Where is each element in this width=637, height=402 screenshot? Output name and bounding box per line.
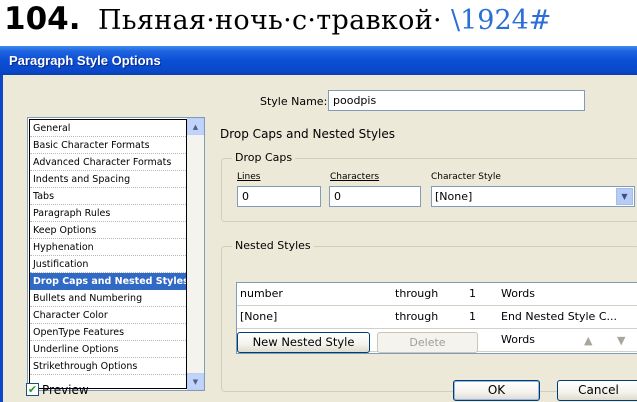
new-nested-style-button[interactable]: New Nested Style (237, 332, 370, 353)
character-style-value: [None] (435, 190, 473, 203)
nested-style-through: through (395, 287, 439, 300)
nested-style-unit: Words (501, 333, 536, 346)
category-list-scrollbar[interactable]: ▲ ▼ (187, 118, 204, 390)
cancel-button[interactable]: Cancel (557, 380, 637, 401)
nested-style-count: 1 (469, 310, 476, 323)
section-title: Drop Caps and Nested Styles (220, 127, 396, 141)
document-year-text: \1924# (451, 5, 552, 36)
category-item[interactable]: Drop Caps and Nested Styles (30, 273, 186, 290)
nested-style-unit: End Nested Style C... (501, 310, 617, 323)
nested-style-count: 1 (469, 287, 476, 300)
category-item[interactable]: Character Color (30, 307, 186, 324)
category-item[interactable]: Advanced Character Formats (30, 154, 186, 171)
category-item[interactable]: Hyphenation (30, 239, 186, 256)
ok-button[interactable]: OK (453, 380, 540, 401)
category-item[interactable]: Paragraph Rules (30, 205, 186, 222)
lines-field[interactable]: 0 (237, 186, 321, 207)
character-style-dropdown[interactable]: [None] ▼ (431, 186, 635, 207)
document-text-line: 104. Пьяная·ночь·с·травкой· \1924# (0, 0, 637, 44)
nested-style-name: number (240, 287, 283, 300)
paragraph-style-options-dialog: Paragraph Style Options General Basic Cha… (0, 46, 637, 402)
delete-button[interactable]: Delete (377, 332, 478, 353)
table-row[interactable]: [None] through 1 End Nested Style C... (237, 306, 637, 329)
document-number: 104. (4, 1, 81, 37)
nested-styles-group-label: Nested Styles (232, 239, 314, 252)
dialog-titlebar[interactable]: Paragraph Style Options (0, 46, 637, 75)
style-name-field[interactable]: poodpis (328, 90, 585, 111)
move-up-icon[interactable]: ▲ (584, 334, 592, 347)
category-item[interactable]: Underline Options (30, 341, 186, 358)
nested-style-name: [None] (240, 310, 278, 323)
category-item[interactable]: Tabs (30, 188, 186, 205)
category-list[interactable]: General Basic Character Formats Advanced C… (27, 117, 205, 391)
style-name-label: Style Name: (260, 95, 328, 108)
category-list-items: General Basic Character Formats Advanced C… (29, 119, 187, 389)
chevron-down-icon[interactable]: ▼ (616, 188, 633, 205)
checkmark-icon: ✔ (27, 383, 38, 396)
category-item[interactable]: Keep Options (30, 222, 186, 239)
preview-checkbox[interactable]: ✔ (26, 383, 39, 396)
nested-style-unit: Words (501, 287, 536, 300)
scroll-down-icon[interactable]: ▼ (187, 373, 204, 390)
move-down-icon[interactable]: ▼ (617, 334, 625, 347)
dialog-client-area: General Basic Character Formats Advanced C… (0, 75, 637, 402)
scroll-up-icon[interactable]: ▲ (187, 118, 204, 135)
lines-label: Lines (237, 172, 261, 182)
category-item[interactable]: Indents and Spacing (30, 171, 186, 188)
category-item[interactable]: Justification (30, 256, 186, 273)
table-row[interactable]: number through 1 Words (237, 283, 637, 306)
category-item[interactable]: Bullets and Numbering (30, 290, 186, 307)
characters-label: Characters (330, 172, 380, 182)
characters-field[interactable]: 0 (329, 186, 421, 207)
category-item[interactable]: General (30, 120, 186, 137)
category-item[interactable]: OpenType Features (30, 324, 186, 341)
category-item[interactable]: Strikethrough Options (30, 358, 186, 375)
drop-caps-group-label: Drop Caps (232, 151, 296, 164)
document-title-text: Пьяная·ночь·с·травкой· (98, 5, 442, 36)
nested-style-through: through (395, 310, 439, 323)
character-style-label: Character Style (431, 172, 501, 182)
preview-label: Preview (42, 383, 89, 397)
dialog-title: Paragraph Style Options (9, 53, 161, 68)
category-item[interactable]: Basic Character Formats (30, 137, 186, 154)
